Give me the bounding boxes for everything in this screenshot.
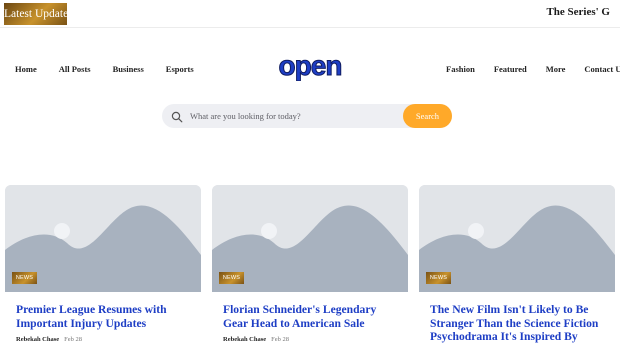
nav-esports[interactable]: Esports	[166, 64, 194, 74]
search-bar: Search	[162, 104, 452, 128]
latest-update-badge[interactable]: Latest Update	[4, 3, 68, 25]
nav-fashion[interactable]: Fashion	[446, 64, 475, 74]
category-badge[interactable]: NEWS	[426, 272, 451, 284]
site-logo[interactable]: open	[270, 50, 350, 82]
search-button[interactable]: Search	[403, 104, 452, 128]
svg-text:open: open	[279, 51, 342, 81]
news-ticker[interactable]: The Series' G	[546, 6, 610, 18]
nav-featured[interactable]: Featured	[494, 64, 527, 74]
search-input[interactable]	[190, 106, 390, 126]
nav-contact-us[interactable]: Contact Us	[584, 64, 620, 74]
nav-home[interactable]: Home	[15, 64, 37, 74]
nav-more[interactable]: More	[546, 64, 566, 74]
main-nav-left: Home All Posts Business Esports	[15, 62, 216, 76]
top-bar: Latest Update The Series' G	[0, 0, 620, 28]
category-badge[interactable]: NEWS	[12, 272, 37, 284]
main-nav-right: Fashion Featured More Contact Us	[446, 62, 620, 76]
post-card[interactable]: NEWS The New Film Isn't Likely to Be Str…	[419, 185, 615, 343]
post-card[interactable]: NEWS Florian Schneider's Legendary Gear …	[212, 185, 408, 343]
nav-business[interactable]: Business	[113, 64, 144, 74]
post-author[interactable]: Rebekah Chase	[16, 336, 59, 343]
post-title[interactable]: Florian Schneider's Legendary Gear Head …	[223, 303, 401, 330]
search-icon	[171, 110, 183, 123]
post-date: Feb 28	[64, 336, 83, 343]
category-badge[interactable]: NEWS	[219, 272, 244, 284]
open-logo-mark: open	[278, 50, 343, 82]
post-author[interactable]: Rebekah Chase	[223, 336, 266, 343]
nav-all-posts[interactable]: All Posts	[59, 64, 91, 74]
post-meta: Rebekah Chase Feb 28	[16, 336, 82, 343]
post-title[interactable]: Premier League Resumes with Important In…	[16, 303, 194, 330]
post-date: Feb 28	[271, 336, 290, 343]
post-meta: Rebekah Chase Feb 28	[223, 336, 289, 343]
post-title[interactable]: The New Film Isn't Likely to Be Stranger…	[430, 303, 608, 343]
post-card[interactable]: NEWS Premier League Resumes with Importa…	[5, 185, 201, 343]
